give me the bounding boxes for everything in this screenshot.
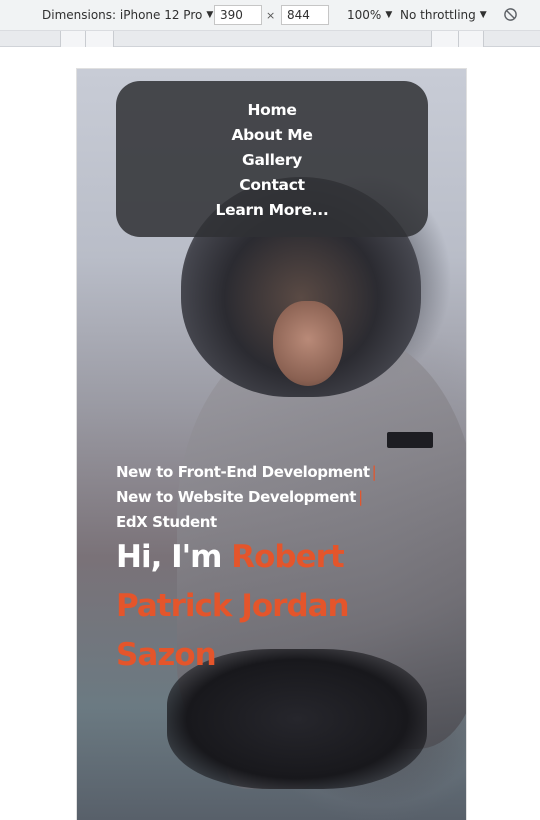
hero-photo-badge — [387, 432, 433, 448]
hero-photo-face — [273, 301, 343, 386]
nav-link-contact[interactable]: Contact — [239, 173, 305, 198]
chevron-down-icon: ▼ — [385, 10, 393, 20]
devtools-device-toolbar: Dimensions: iPhone 12 Pro ▼ × 100% ▼ No … — [0, 0, 540, 31]
media-query-ruler — [0, 31, 540, 47]
times-icon: × — [266, 9, 276, 22]
tagline-text: New to Front-End Development — [116, 463, 370, 481]
hero-heading: Hi, I'm Robert Patrick Jordan Sazon — [116, 533, 416, 680]
ruler-tick — [431, 31, 432, 47]
ruler-segment[interactable] — [60, 31, 114, 47]
throttling-dropdown[interactable]: No throttling ▼ — [400, 8, 487, 22]
viewport-height-input[interactable] — [281, 5, 329, 25]
nav-link-about-me[interactable]: About Me — [231, 123, 312, 148]
device-dimensions-dropdown[interactable]: Dimensions: iPhone 12 Pro ▼ — [42, 8, 213, 22]
ruler-tick — [85, 31, 86, 47]
tagline-text: EdX Student — [116, 513, 217, 531]
ruler-tick — [458, 31, 459, 47]
nav-link-home[interactable]: Home — [247, 98, 296, 123]
throttling-label: No throttling — [400, 8, 476, 22]
tagline-text: New to Website Development — [116, 488, 357, 506]
ruler-tick — [60, 31, 61, 47]
chevron-down-icon: ▼ — [479, 10, 487, 20]
typing-cursor: | — [358, 488, 363, 506]
tagline-item: New to Website Development | — [116, 485, 446, 510]
hero-taglines: New to Front-End Development | New to Web… — [116, 460, 446, 535]
typing-cursor: | — [371, 463, 377, 481]
nav-link-learn-more[interactable]: Learn More... — [216, 198, 329, 223]
tagline-item: EdX Student — [116, 510, 446, 535]
device-dimensions-label: Dimensions: iPhone 12 Pro — [42, 8, 203, 22]
ruler-segment[interactable] — [431, 31, 483, 47]
zoom-label: 100% — [347, 8, 382, 22]
viewport-width-input[interactable] — [214, 5, 262, 25]
zoom-dropdown[interactable]: 100% ▼ — [347, 8, 392, 22]
ruler-tick — [113, 31, 114, 47]
nav-link-gallery[interactable]: Gallery — [242, 148, 302, 173]
ruler-tick — [483, 31, 484, 47]
rotate-icon[interactable] — [503, 7, 518, 22]
tagline-item: New to Front-End Development | — [116, 460, 446, 485]
hero-greeting: Hi, I'm — [116, 539, 232, 575]
chevron-down-icon: ▼ — [206, 10, 214, 20]
nav-menu: Home About Me Gallery Contact Learn More… — [116, 81, 428, 237]
